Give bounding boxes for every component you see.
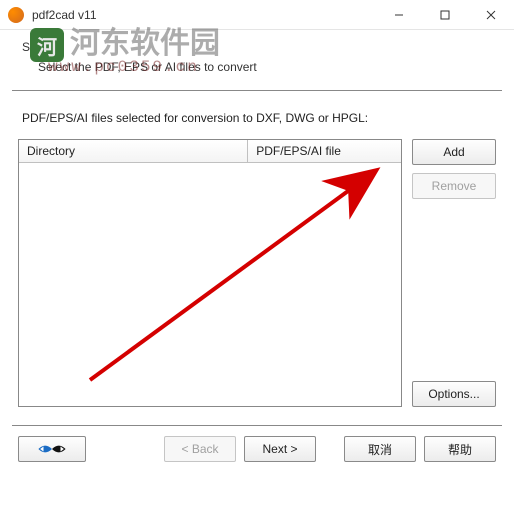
table-body[interactable] (19, 163, 401, 405)
step-header: Step 1 Select the PDF, EPS or AI files t… (12, 34, 502, 88)
close-button[interactable] (468, 0, 514, 30)
file-table[interactable]: Directory PDF/EPS/AI file (18, 139, 402, 407)
minimize-button[interactable] (376, 0, 422, 30)
add-button[interactable]: Add (412, 139, 496, 165)
divider (12, 90, 502, 91)
next-button[interactable]: Next > (244, 436, 316, 462)
remove-button: Remove (412, 173, 496, 199)
step-title: Step 1 (22, 40, 492, 54)
window-title: pdf2cad v11 (32, 8, 376, 22)
step-subtitle: Select the PDF, EPS or AI files to conve… (22, 60, 492, 74)
cancel-button[interactable]: 取消 (344, 436, 416, 462)
selection-label: PDF/EPS/AI files selected for conversion… (22, 111, 496, 125)
vendor-logo-button[interactable] (18, 436, 86, 462)
help-button[interactable]: 帮助 (424, 436, 496, 462)
titlebar: pdf2cad v11 (0, 0, 514, 30)
divider-footer (12, 425, 502, 426)
column-file[interactable]: PDF/EPS/AI file (248, 140, 401, 162)
options-button[interactable]: Options... (412, 381, 496, 407)
back-button: < Back (164, 436, 236, 462)
app-icon (8, 7, 24, 23)
column-directory[interactable]: Directory (19, 140, 248, 162)
maximize-button[interactable] (422, 0, 468, 30)
